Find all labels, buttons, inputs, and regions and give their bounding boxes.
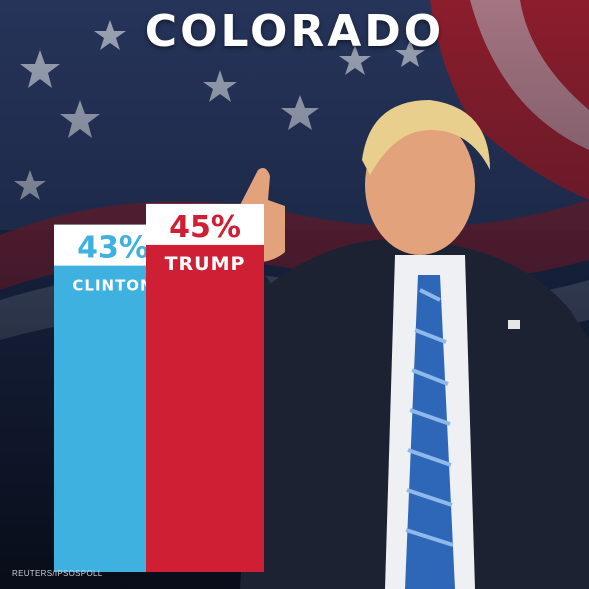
chart-title: COLORADO xyxy=(144,6,445,57)
bar-chart: 43% CLINTON 45% TRUMP xyxy=(54,203,264,572)
poll-graphic: 43% CLINTON 45% TRUMP COLORADO REUTERS/IPSO… xyxy=(0,0,589,589)
value-label-clinton: 43% xyxy=(77,231,149,266)
source-credit: REUTERS/IPSOSPOLL xyxy=(12,569,103,578)
category-label-clinton: CLINTON xyxy=(72,277,153,295)
value-label-trump: 45% xyxy=(169,210,241,245)
category-label-trump: TRUMP xyxy=(165,253,246,275)
